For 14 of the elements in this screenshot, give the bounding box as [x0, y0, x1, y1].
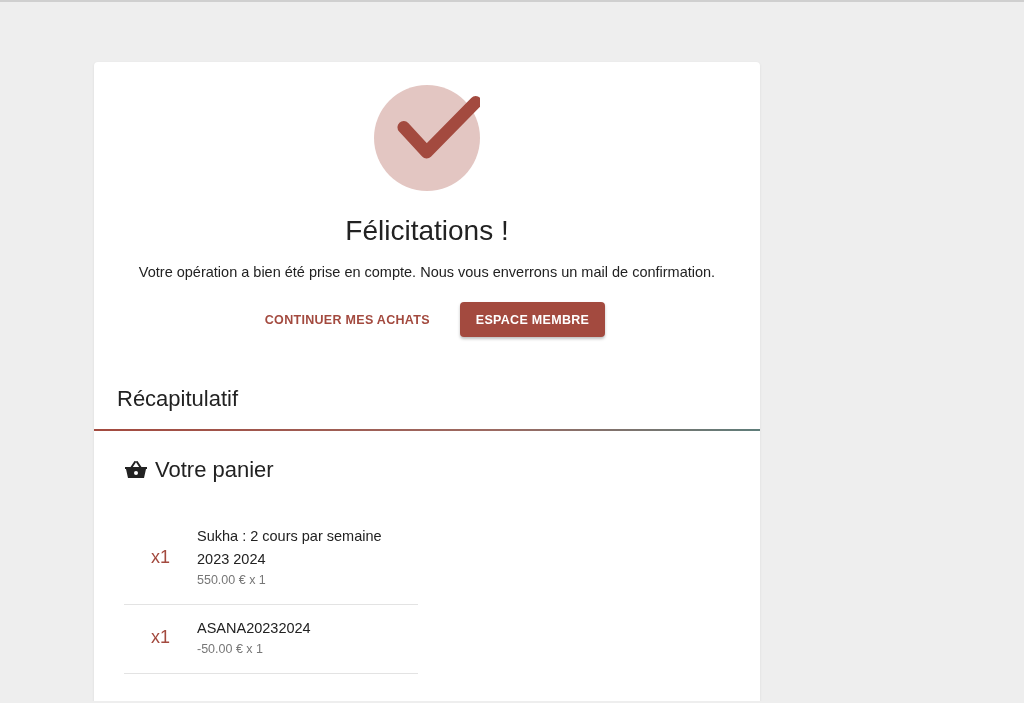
item-quantity: x1 — [150, 546, 171, 568]
cart-title: Votre panier — [155, 457, 274, 483]
section-title: Récapitulatif — [117, 385, 240, 413]
checkmark-icon — [374, 85, 480, 191]
continue-shopping-button[interactable]: CONTINUER MES ACHATS — [248, 302, 446, 337]
basket-icon — [125, 461, 147, 479]
confirmation-message: Votre opération a bien été prise en compte. Nous vous enverrons un mail de confirmation. — [138, 264, 716, 280]
item-name: ASANA20232024 — [197, 619, 312, 638]
item-price: 550.00 € x 1 — [197, 572, 267, 589]
item-price: -50.00 € x 1 — [197, 641, 264, 658]
confirmation-title: Félicitations ! — [345, 214, 509, 248]
item-quantity: x1 — [150, 627, 171, 648]
member-area-button[interactable]: ESPACE MEMBRE — [459, 302, 606, 337]
item-name: Sukha : 2 cours par semaine 2023 2024 — [197, 527, 383, 569]
